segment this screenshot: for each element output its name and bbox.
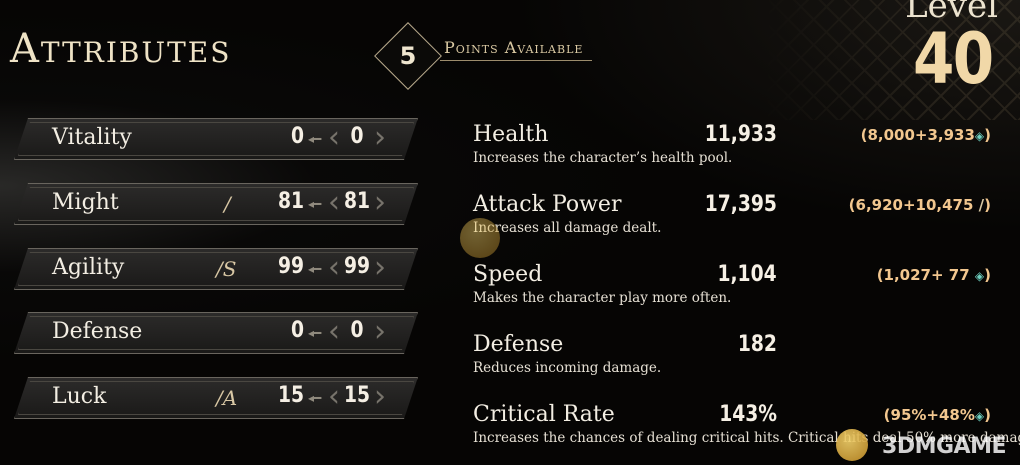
gem-icon: ◈	[974, 129, 985, 143]
stat-base: 8,000	[867, 126, 915, 144]
blade-icon: /	[978, 196, 985, 214]
stat-value: 1,104	[717, 262, 777, 287]
stat-row-defense: Defense Reduces incoming damage. 182	[473, 332, 1013, 388]
stat-breakdown: (1,027+ 77 ◈)	[876, 266, 991, 284]
attribute-current-value: 15	[277, 383, 304, 408]
stat-value: 17,395	[704, 192, 777, 217]
attribute-new-value: 81	[343, 189, 371, 214]
increase-chevron-icon[interactable]: ›	[374, 379, 386, 414]
page-title: Attributes	[10, 26, 232, 72]
attribute-new-value: 0	[350, 124, 364, 149]
attribute-new-value: 99	[343, 254, 371, 279]
decrease-chevron-icon[interactable]: ‹	[328, 250, 340, 285]
watermark-logo-icon	[460, 218, 500, 258]
attribute-row-defense[interactable]: Defense 0 ◂━ ‹ 0 ›	[14, 312, 418, 354]
attribute-name: Luck	[52, 384, 107, 409]
level-value: 40	[912, 18, 994, 100]
points-label: Points Available	[444, 38, 584, 57]
stat-row-health: Health Increases the character’s health …	[473, 122, 1013, 178]
gem-icon: ◈	[974, 409, 985, 423]
attribute-row-luck[interactable]: Luck /A 15 ◂━ ‹ 15 ›	[14, 377, 418, 419]
increase-chevron-icon[interactable]: ›	[374, 250, 386, 285]
attribute-name: Agility	[52, 255, 125, 280]
attribute-row-agility[interactable]: Agility /S 99 ◂━ ‹ 99 ›	[14, 248, 418, 290]
stat-base: 6,920	[855, 196, 903, 214]
stat-breakdown: (6,920+10,475 /)	[848, 196, 991, 214]
increase-chevron-icon[interactable]: ›	[374, 185, 386, 220]
stat-description: Increases the character’s health pool.	[473, 150, 733, 166]
decrease-chevron-icon[interactable]: ‹	[328, 379, 340, 414]
attribute-new-value: 15	[343, 383, 371, 408]
attribute-name: Vitality	[52, 125, 132, 150]
stat-breakdown: (95%+48%◈)	[883, 406, 991, 424]
attribute-row-might[interactable]: Might / 81 ◂━ ‹ 81 ›	[14, 183, 418, 225]
stat-base: 1,027	[883, 266, 931, 284]
decrease-chevron-icon[interactable]: ‹	[328, 185, 340, 220]
attribute-name: Might	[52, 190, 119, 215]
stat-name: Defense	[473, 332, 564, 357]
watermark-logo-icon	[836, 429, 868, 461]
stat-bonus: +3,933	[914, 126, 975, 144]
arrow-left-icon: ◂━	[308, 326, 322, 340]
stat-name: Health	[473, 122, 549, 147]
arrow-left-icon: ◂━	[308, 132, 322, 146]
attribute-row-vitality[interactable]: Vitality 0 ◂━ ‹ 0 ›	[14, 118, 418, 160]
stat-value: 182	[737, 332, 777, 357]
arrow-left-icon: ◂━	[308, 391, 322, 405]
attribute-current-value: 99	[277, 254, 304, 279]
might-scaling-icon: /	[224, 192, 231, 216]
gem-icon: ◈	[974, 269, 985, 283]
attribute-name: Defense	[52, 319, 143, 344]
attribute-new-value: 0	[350, 318, 364, 343]
points-count: 5	[399, 42, 417, 70]
arrow-left-icon: ◂━	[308, 197, 322, 211]
stat-row-attack-power: Attack Power Increases all damage dealt.…	[473, 192, 1013, 248]
divider	[440, 60, 592, 61]
watermark-text: 3DMGAME	[882, 434, 1006, 459]
stat-name: Attack Power	[473, 192, 622, 217]
agility-scaling-icon: /S	[216, 257, 237, 281]
stat-value: 11,933	[704, 122, 777, 147]
stat-name: Speed	[473, 262, 543, 287]
stat-description: Makes the character play more often.	[473, 290, 732, 306]
attribute-current-value: 0	[290, 318, 304, 343]
stat-description: Increases all damage dealt.	[473, 220, 662, 236]
stat-base: 95%	[890, 406, 927, 424]
increase-chevron-icon[interactable]: ›	[374, 120, 386, 155]
stat-bonus: +10,475	[902, 196, 974, 214]
stat-description: Reduces incoming damage.	[473, 360, 662, 376]
decrease-chevron-icon[interactable]: ‹	[328, 314, 340, 349]
stat-bonus: + 77	[931, 266, 970, 284]
stat-value: 143%	[719, 402, 777, 427]
stat-row-speed: Speed Makes the character play more ofte…	[473, 262, 1013, 318]
attribute-current-value: 81	[277, 189, 304, 214]
luck-scaling-icon: /A	[216, 386, 238, 410]
stat-name: Critical Rate	[473, 402, 615, 427]
attribute-current-value: 0	[290, 124, 304, 149]
stat-bonus: +48%	[926, 406, 975, 424]
stat-breakdown: (8,000+3,933◈)	[860, 126, 991, 144]
arrow-left-icon: ◂━	[308, 262, 322, 276]
increase-chevron-icon[interactable]: ›	[374, 314, 386, 349]
decrease-chevron-icon[interactable]: ‹	[328, 120, 340, 155]
